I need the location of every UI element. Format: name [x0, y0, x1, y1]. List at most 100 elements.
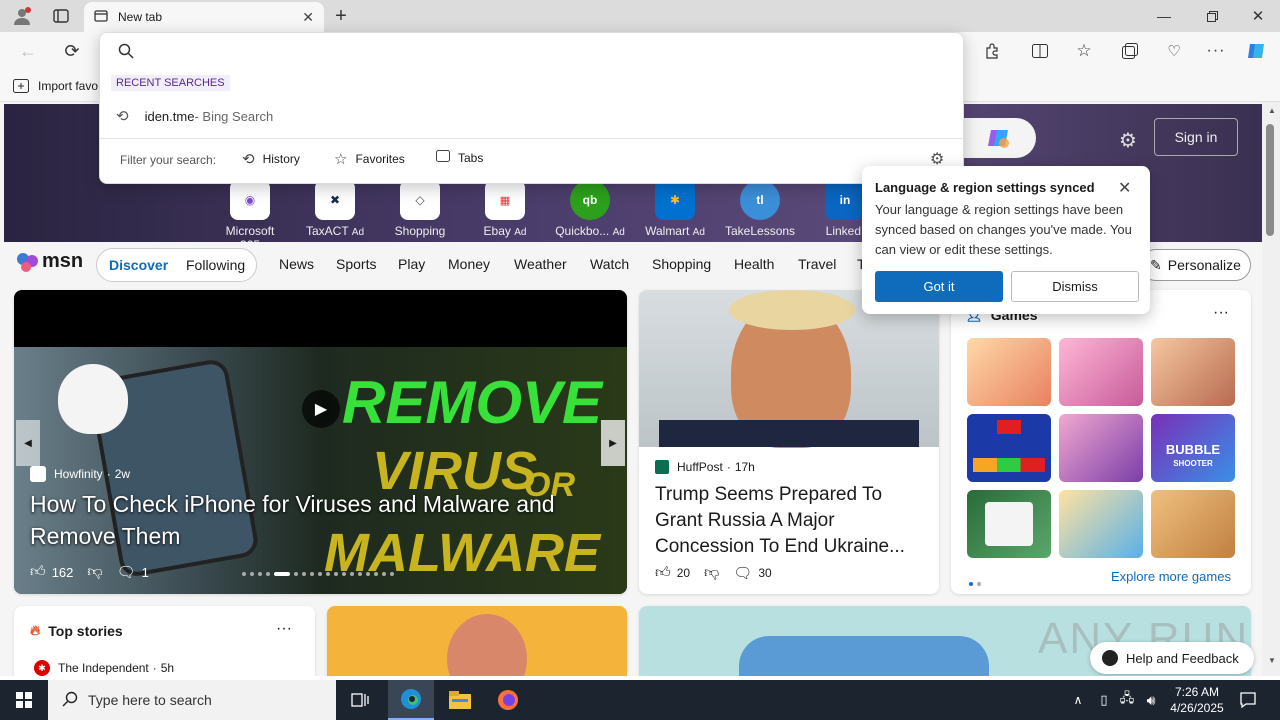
games-more-icon[interactable]: ··· — [1213, 304, 1229, 322]
side-story-card[interactable]: HuffPost · 17h Trump Seems Prepared To Gra… — [639, 290, 939, 594]
page-settings-icon[interactable]: ⚙ — [1114, 126, 1142, 154]
filter-tabs[interactable]: Tabs — [436, 150, 483, 165]
show-hidden-icons[interactable]: ∧ — [1068, 680, 1088, 720]
comment-icon[interactable]: 🗨︎ — [733, 564, 752, 582]
like-icon[interactable]: 👍︎ — [655, 564, 671, 582]
main-story-headline[interactable]: How To Check iPhone for Viruses and Malw… — [30, 488, 610, 552]
notifications-icon[interactable] — [1236, 680, 1260, 720]
game-tile-makeup[interactable] — [1059, 414, 1143, 482]
game-tile-bubble-shooter[interactable]: BUBBLE SHOOTER — [1151, 414, 1235, 482]
game-tile-cupcake[interactable] — [1059, 490, 1143, 558]
nav-play[interactable]: Play — [398, 256, 425, 272]
taskbar-clock[interactable]: 7:26 AM 4/26/2025 — [1168, 684, 1226, 716]
side-story-headline[interactable]: Trump Seems Prepared To Grant Russia A M… — [655, 482, 927, 560]
top-stories-card: 🔥︎ Top stories ··· ✱ The Independent · 5h — [14, 606, 315, 676]
dislike-icon[interactable]: 👎︎ — [87, 563, 102, 581]
carousel-next-icon[interactable]: ▶ — [601, 420, 625, 466]
volume-icon[interactable]: 🔊︎ — [1140, 680, 1162, 720]
firefox-icon[interactable] — [488, 680, 528, 720]
tab-actions-icon[interactable] — [48, 4, 74, 28]
promo-card-woman[interactable] — [327, 606, 627, 676]
nav-watch[interactable]: Watch — [590, 256, 629, 272]
game-tile-1[interactable] — [967, 338, 1051, 406]
page-scrollbar[interactable]: ▲ ▼ — [1262, 102, 1280, 676]
filter-history[interactable]: ⟲ History — [242, 150, 300, 168]
import-favorites-link[interactable]: Import favo — [38, 79, 98, 93]
explore-more-games-link[interactable]: Explore more games — [1111, 569, 1231, 584]
shortcut-quickbooks[interactable]: qb Quickbo... Ad — [555, 180, 625, 238]
copilot-icon[interactable] — [1244, 38, 1270, 64]
play-video-icon[interactable]: ▶ — [302, 390, 340, 428]
carousel-dots[interactable] — [240, 572, 396, 576]
got-it-button[interactable]: Got it — [875, 271, 1003, 302]
howfinity-logo-icon — [30, 466, 46, 482]
linkedin-icon: in — [825, 180, 865, 220]
main-story-card[interactable]: REMOVE VIRUS OR MALWARE ▶ ◀ ▶ Howfinity ·… — [14, 290, 627, 594]
task-view-icon[interactable] — [342, 680, 378, 720]
taxact-icon: ✖ — [315, 180, 355, 220]
tab-discover[interactable]: Discover — [109, 257, 168, 273]
nav-health[interactable]: Health — [734, 256, 774, 272]
shortcut-ebay[interactable]: ▦ Ebay Ad — [470, 180, 540, 238]
minimize-icon[interactable]: — — [1150, 4, 1178, 28]
edge-taskbar-icon[interactable] — [388, 680, 434, 720]
back-icon[interactable]: ← — [16, 40, 40, 62]
more-options-icon[interactable]: ··· — [1204, 40, 1228, 62]
carousel-prev-icon[interactable]: ◀ — [16, 420, 40, 466]
help-feedback-button[interactable]: Help and Feedback — [1090, 642, 1254, 674]
collections-icon[interactable] — [1118, 40, 1142, 62]
network-icon[interactable]: 🖧︎ — [1116, 680, 1138, 720]
game-tile-mahjong[interactable] — [967, 490, 1051, 558]
nav-shopping[interactable]: Shopping — [652, 256, 711, 272]
import-icon — [12, 77, 30, 95]
games-pager-dots[interactable] — [967, 574, 983, 589]
popup-close-icon[interactable]: ✕ — [1118, 178, 1131, 198]
like-icon[interactable]: 👍︎ — [30, 563, 46, 581]
nav-travel[interactable]: Travel — [798, 256, 836, 272]
top-stories-header: 🔥︎ Top stories — [30, 622, 123, 639]
scrollbar-thumb[interactable] — [1266, 124, 1274, 236]
shortcut-shopping[interactable]: ◇ Shopping — [385, 180, 455, 238]
close-window-icon[interactable]: ✕ — [1244, 4, 1272, 28]
msn-logo[interactable]: msn — [16, 250, 83, 273]
nav-weather[interactable]: Weather — [514, 256, 567, 272]
tab-title: New tab — [118, 10, 163, 24]
dislike-icon[interactable]: 👎︎ — [704, 564, 719, 582]
taskbar-search-box[interactable]: Type here to search — [48, 680, 336, 720]
copilot-search-button[interactable] — [962, 118, 1036, 158]
split-screen-icon[interactable] — [1028, 40, 1052, 62]
windows-start-icon[interactable] — [0, 680, 48, 720]
shortcut-walmart[interactable]: ✱ Walmart Ad — [640, 180, 710, 238]
file-explorer-icon[interactable] — [440, 680, 480, 720]
walmart-icon: ✱ — [655, 180, 695, 220]
favorites-star-icon[interactable]: ☆ — [1072, 40, 1096, 62]
refresh-icon[interactable]: ⟳ — [60, 40, 84, 62]
top-stories-more-icon[interactable]: ··· — [276, 620, 292, 638]
nav-sports[interactable]: Sports — [336, 256, 376, 272]
personalize-button[interactable]: ✎ Personalize — [1140, 249, 1251, 281]
device-icon[interactable]: ▯ — [1094, 680, 1114, 720]
game-tile-3[interactable] — [1151, 338, 1235, 406]
dismiss-button[interactable]: Dismiss — [1011, 271, 1139, 302]
star-icon: ☆ — [334, 151, 348, 168]
address-search-input[interactable] — [144, 39, 944, 63]
nav-news[interactable]: News — [279, 256, 314, 272]
shortcut-takelessons[interactable]: tl TakeLessons — [725, 180, 795, 238]
shortcut-taxact[interactable]: ✖ TaxACT Ad — [300, 180, 370, 238]
profile-icon[interactable] — [8, 4, 36, 28]
game-tile-tetris[interactable] — [967, 414, 1051, 482]
nav-money[interactable]: Money — [448, 256, 490, 272]
close-tab-icon[interactable]: ✕ — [302, 9, 314, 26]
sign-in-button[interactable]: Sign in — [1154, 118, 1238, 156]
tab-following[interactable]: Following — [186, 257, 245, 273]
recent-search-item[interactable]: ⟲ iden.tme - Bing Search — [100, 101, 963, 131]
maximize-icon[interactable] — [1198, 4, 1226, 28]
comment-icon[interactable]: 🗨︎ — [117, 563, 136, 581]
filter-favorites[interactable]: ☆ Favorites — [334, 150, 405, 168]
game-tile-wood[interactable] — [1151, 490, 1235, 558]
new-tab-button[interactable]: + — [330, 4, 352, 28]
extensions-icon[interactable] — [980, 40, 1004, 62]
performance-icon[interactable]: ♡ — [1162, 40, 1186, 62]
game-tile-2[interactable] — [1059, 338, 1143, 406]
tab-new-tab[interactable]: New tab ✕ — [84, 2, 324, 32]
